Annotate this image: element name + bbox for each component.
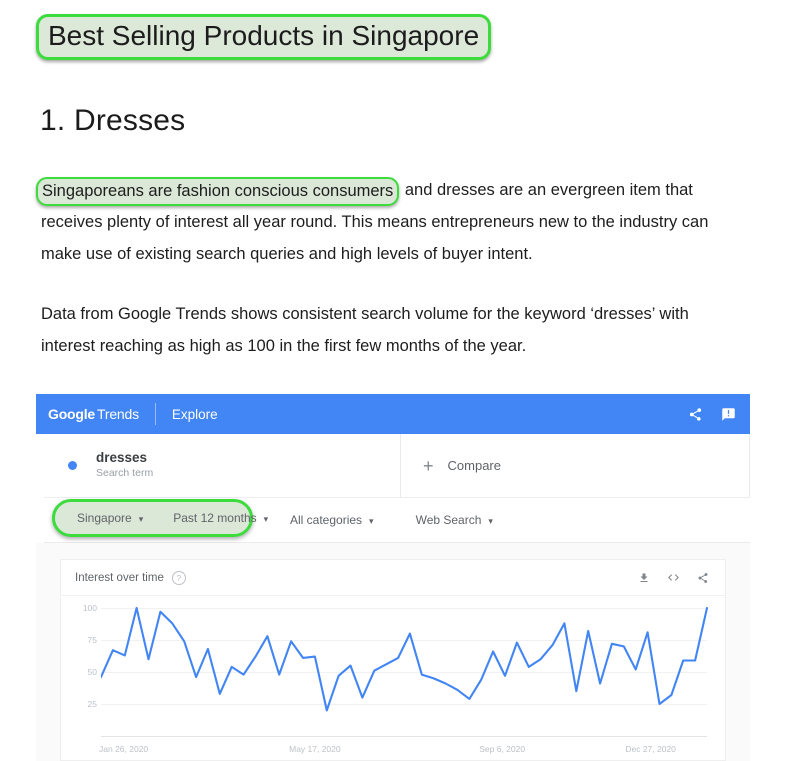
embed-code-icon[interactable] (667, 571, 680, 584)
compare-button[interactable]: + Compare (401, 434, 750, 497)
y-axis-tick-label: 75 (87, 635, 97, 645)
topbar-actions (688, 407, 736, 422)
highlighted-sentence: Singaporeans are fashion conscious consu… (42, 182, 394, 200)
filters-green-highlight: Singapore ▾ Past 12 months ▾ (52, 499, 268, 537)
chart-zone: Interest over time ? 25 50 75 100 Jan 26… (36, 543, 750, 761)
filter-timerange[interactable]: Past 12 months ▾ (173, 511, 268, 525)
compare-label: Compare (447, 458, 501, 473)
page-title-highlight-wrapper: Best Selling Products in Singapore (36, 14, 492, 60)
filters-secondary: All categories ▾ Web Search ▾ (290, 513, 535, 527)
y-axis-tick-label: 25 (87, 699, 97, 709)
search-term-type: Search term (96, 467, 154, 479)
chart-title: Interest over time (75, 571, 164, 584)
interest-over-time-card: Interest over time ? 25 50 75 100 Jan 26… (60, 559, 726, 761)
explore-nav-item[interactable]: Explore (172, 407, 218, 422)
page-title: Best Selling Products in Singapore (48, 20, 480, 51)
trends-topbar: Google Trends Explore (36, 394, 750, 434)
plus-icon: + (423, 455, 434, 476)
share-icon[interactable] (688, 407, 703, 422)
search-term-value: dresses (96, 450, 148, 465)
google-trends-screenshot: Google Trends Explore dresses Search term… (36, 394, 750, 761)
help-icon[interactable]: ? (171, 570, 186, 585)
y-axis-tick-label: 100 (82, 603, 97, 613)
paragraph-green-highlight: Singaporeans are fashion conscious consu… (36, 177, 400, 206)
search-term-row: dresses Search term + Compare (44, 434, 750, 498)
chart-card-header: Interest over time ? (61, 560, 725, 596)
section-heading: 1. Dresses (40, 104, 186, 137)
search-term-card[interactable]: dresses Search term (44, 434, 401, 497)
download-icon[interactable] (638, 572, 650, 584)
filter-searchtype[interactable]: Web Search ▾ (416, 513, 493, 527)
title-green-highlight: Best Selling Products in Singapore (36, 14, 492, 60)
filter-timerange-label: Past 12 months (173, 511, 257, 525)
line-chart: 25 50 75 100 Jan 26, 2020 May 17, 2020 Sep 6, … (75, 603, 711, 756)
logo-trends-text: Trends (97, 406, 139, 422)
chart-action-icons (638, 571, 709, 584)
trends-body: dresses Search term + Compare Singapore ▾… (36, 434, 750, 761)
paragraph-1: Singaporeans are fashion conscious consu… (36, 174, 747, 270)
chart-line-series (101, 606, 709, 712)
search-term-text-block: dresses Search term (96, 450, 153, 481)
filter-bar: Singapore ▾ Past 12 months ▾ All categorie… (44, 498, 750, 543)
y-axis-tick-label: 50 (87, 667, 97, 677)
paragraph-2: Data from Google Trends shows consistent… (41, 305, 689, 355)
chevron-down-icon: ▾ (369, 516, 374, 526)
filter-category[interactable]: All categories ▾ (290, 513, 374, 527)
logo-google-text: Google (48, 406, 96, 422)
filter-location[interactable]: Singapore ▾ (77, 511, 143, 525)
chevron-down-icon: ▾ (138, 514, 144, 524)
series-color-dot (68, 461, 77, 470)
topbar-divider (154, 403, 156, 425)
share-icon[interactable] (697, 572, 709, 584)
feedback-icon[interactable] (721, 407, 736, 422)
chart-plot-area: 25 50 75 100 Jan 26, 2020 May 17, 2020 Sep 6, … (61, 596, 725, 756)
filter-category-label: All categories (290, 513, 363, 527)
google-trends-logo[interactable]: Google Trends (48, 406, 139, 422)
chevron-down-icon: ▾ (263, 514, 269, 524)
filter-location-label: Singapore (77, 511, 132, 525)
chevron-down-icon: ▾ (488, 516, 493, 526)
filter-searchtype-label: Web Search (415, 513, 482, 527)
